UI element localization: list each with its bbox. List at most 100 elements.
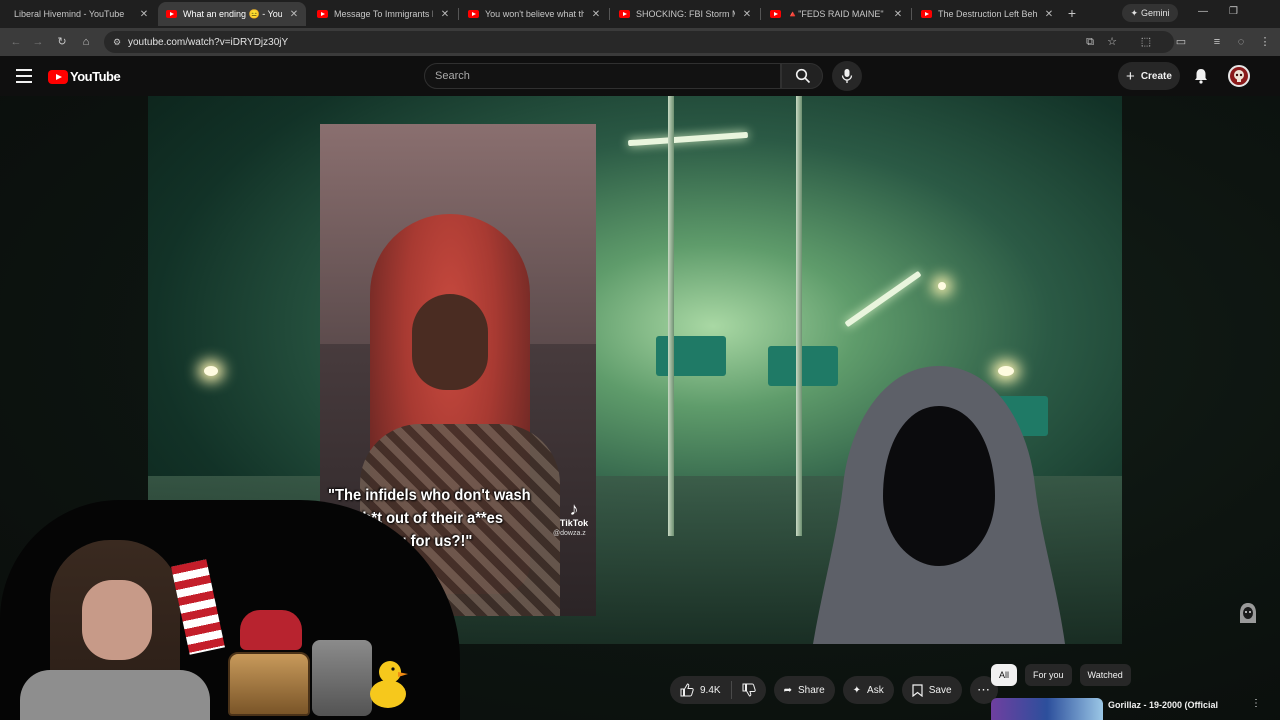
close-tab-icon[interactable]: ✕	[1043, 9, 1055, 20]
share-arrow-icon: ➦	[783, 684, 792, 696]
install-app-icon[interactable]: ⧉	[1082, 34, 1098, 50]
close-tab-icon[interactable]: ✕	[288, 9, 300, 20]
tab-title: Liberal Hivemind - YouTube	[14, 9, 125, 19]
restore-window-icon[interactable]: ❐	[1229, 6, 1238, 17]
url-text: youtube.com/watch?v=iDRYDjz30jY	[128, 36, 289, 48]
voice-search-button[interactable]	[832, 61, 862, 91]
youtube-wordmark: YouTube	[70, 69, 121, 84]
tab-title: The Destruction Left Behind	[938, 9, 1037, 19]
skull-avatar-icon	[1234, 70, 1244, 82]
create-label: Create	[1140, 70, 1172, 82]
gemini-button[interactable]: ✦ Gemini	[1122, 4, 1178, 22]
gemini-label: Gemini	[1141, 8, 1170, 18]
tab-divider	[458, 8, 459, 20]
tab-title: What an ending 😑 - YouTube	[183, 8, 282, 19]
browser-menu-icon[interactable]: ⋮	[1257, 34, 1273, 50]
dislike-button[interactable]	[732, 676, 766, 704]
browser-tab[interactable]: Message To Immigrants Mak ✕	[309, 2, 457, 26]
recommended-title[interactable]: Gorillaz - 19-2000 (Official	[1108, 700, 1218, 710]
vintage-radio	[228, 652, 310, 716]
account-avatar[interactable]	[1228, 65, 1250, 87]
recommendation-filter-chips: All For you Watched	[991, 664, 1131, 686]
like-count: 9.4K	[700, 684, 721, 696]
tab-title: You won't believe what the le	[485, 9, 584, 19]
plus-icon: +	[1126, 67, 1135, 85]
create-button[interactable]: + Create	[1118, 62, 1180, 90]
chip-all[interactable]: All	[991, 664, 1018, 686]
channel-mascot-icon	[1240, 603, 1256, 623]
browser-tab[interactable]: 🔺"FEDS RAID MAINE" amid ✕	[762, 2, 910, 26]
like-button[interactable]: 9.4K	[670, 681, 732, 699]
save-button[interactable]: Save	[901, 676, 962, 704]
new-tab-button[interactable]: +	[1064, 4, 1080, 22]
share-label: Share	[797, 684, 825, 696]
browser-tab[interactable]: The Destruction Left Behind ✕	[913, 2, 1061, 26]
ask-label: Ask	[867, 684, 884, 696]
tiktok-wordmark: TikTok	[559, 518, 589, 528]
glass-jar	[312, 640, 372, 716]
tab-divider	[760, 8, 761, 20]
hamburger-menu-icon[interactable]	[16, 69, 32, 83]
site-info-icon[interactable]: ⚙	[110, 35, 124, 49]
browser-tab-active[interactable]: What an ending 😑 - YouTube ✕	[158, 2, 306, 26]
forward-arrow-icon[interactable]: →	[30, 34, 46, 50]
streamer-shirt	[20, 670, 210, 720]
browser-tab[interactable]: Liberal Hivemind - YouTube ✕	[6, 2, 156, 26]
close-tab-icon[interactable]: ✕	[741, 9, 753, 20]
bookmark-star-icon[interactable]: ☆	[1104, 34, 1120, 50]
recommended-video[interactable]: Gorillaz - 19-2000 (Official ⋮	[991, 698, 1261, 720]
back-arrow-icon[interactable]: ←	[8, 34, 24, 50]
tab-title: Message To Immigrants Mak	[334, 9, 433, 19]
recommended-thumbnail[interactable]	[991, 698, 1103, 720]
search-input[interactable]	[424, 63, 781, 89]
youtube-favicon-icon	[166, 10, 177, 18]
home-icon[interactable]: ⌂	[78, 34, 94, 50]
reload-icon[interactable]: ↻	[54, 34, 70, 50]
ask-button[interactable]: ✦ Ask	[842, 676, 894, 704]
minimize-window-icon[interactable]: —	[1198, 6, 1208, 17]
tab-divider	[911, 8, 912, 20]
like-dislike-group: 9.4K	[670, 676, 766, 704]
close-tab-icon[interactable]: ✕	[590, 9, 602, 20]
tab-title: 🔺"FEDS RAID MAINE" amid	[787, 8, 886, 19]
extensions-icon[interactable]: ⬚	[1138, 34, 1154, 50]
cast-icon[interactable]: ▭	[1173, 34, 1189, 50]
video-action-bar: 9.4K ➦ Share ✦ Ask Save ⋯	[670, 676, 998, 704]
close-tab-icon[interactable]: ✕	[138, 9, 150, 20]
gemini-sparkle-icon: ✦	[1130, 7, 1139, 18]
profile-icon[interactable]: ◌	[1233, 34, 1249, 50]
youtube-masthead: YouTube + Create	[0, 56, 1280, 96]
subway-seat	[656, 336, 726, 376]
chip-for-you[interactable]: For you	[1025, 664, 1072, 686]
reading-list-icon[interactable]: ≡	[1209, 34, 1225, 50]
subway-pole	[796, 96, 802, 536]
share-button[interactable]: ➦ Share	[773, 676, 835, 704]
subway-pole	[668, 96, 674, 536]
youtube-play-icon	[48, 69, 68, 84]
tiktok-note-icon: ♪	[569, 499, 579, 519]
youtube-favicon-icon	[921, 10, 932, 18]
red-hat	[240, 610, 302, 650]
notifications-bell-icon[interactable]	[1192, 67, 1210, 85]
youtube-logo[interactable]: YouTube	[48, 69, 121, 84]
browser-tab[interactable]: SHOCKING: FBI Storm Minne ✕	[611, 2, 759, 26]
sparkle-icon: ✦	[852, 684, 862, 696]
bookmark-icon	[912, 683, 923, 697]
microphone-icon	[841, 69, 853, 83]
youtube-favicon-icon	[770, 10, 781, 18]
youtube-favicon-icon	[317, 10, 328, 18]
subway-lamp	[204, 366, 218, 376]
subway-lamp	[938, 282, 946, 290]
streamer-webcam-overlay	[0, 500, 460, 720]
search-button[interactable]	[781, 63, 823, 89]
recommended-more-icon[interactable]: ⋮	[1251, 698, 1261, 709]
close-tab-icon[interactable]: ✕	[439, 9, 451, 20]
thumbs-up-icon	[680, 683, 694, 697]
browser-tab[interactable]: You won't believe what the le ✕	[460, 2, 608, 26]
tiktok-logo: ♪ TikTok	[556, 500, 592, 528]
clip-face	[412, 294, 488, 390]
close-tab-icon[interactable]: ✕	[892, 9, 904, 20]
address-bar[interactable]: ⚙ youtube.com/watch?v=iDRYDjz30jY	[104, 31, 1174, 53]
save-label: Save	[928, 684, 952, 696]
chip-watched[interactable]: Watched	[1079, 664, 1131, 686]
